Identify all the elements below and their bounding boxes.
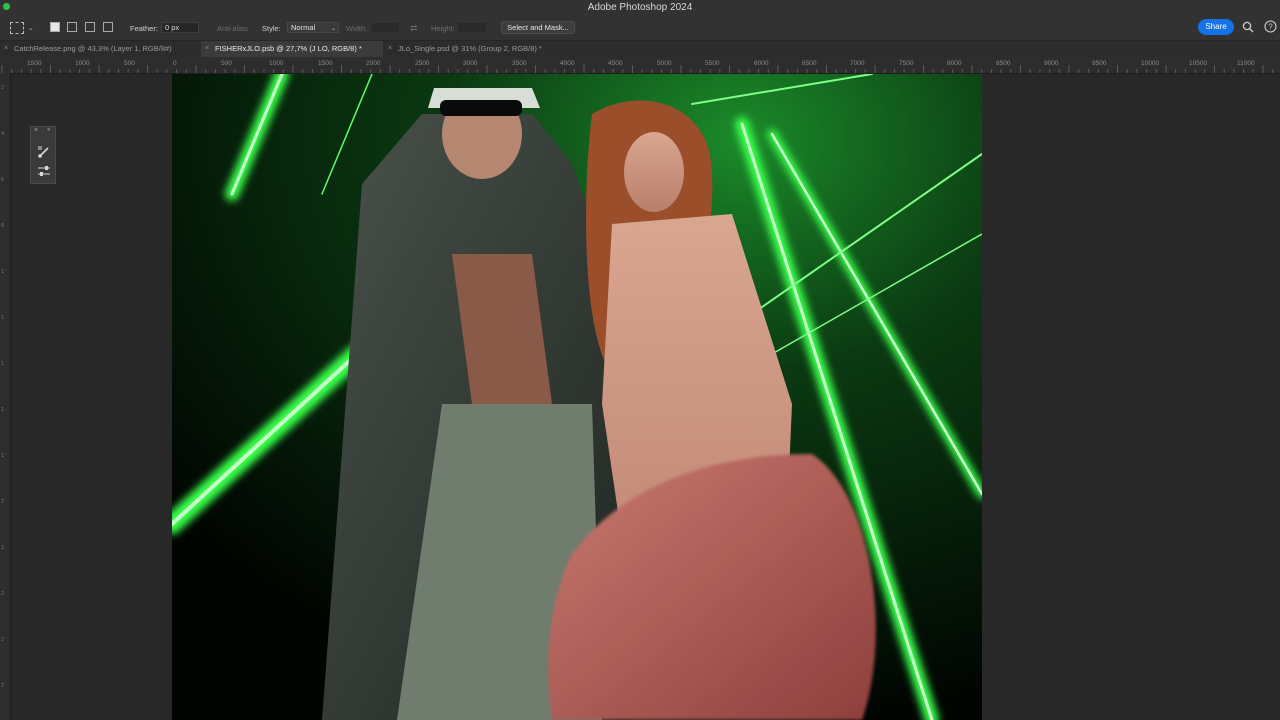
document-tabs: × CatchRelease.png @ 43,3% (Layer 1, RGB…	[0, 41, 1280, 57]
ruler-label: 2	[1, 683, 5, 689]
ruler-label: 1000	[75, 60, 90, 67]
woman-face	[624, 132, 684, 212]
height-label: Height:	[431, 23, 455, 33]
rect-marquee-icon[interactable]	[10, 22, 24, 34]
height-input[interactable]	[457, 22, 487, 33]
ruler-label: 0	[173, 60, 177, 67]
ruler-label: 7500	[899, 60, 914, 67]
ruler-label: 6000	[754, 60, 769, 67]
sunglasses	[440, 100, 522, 116]
style-label: Style:	[262, 23, 281, 33]
search-icon[interactable]	[1242, 21, 1254, 33]
ruler-label: 2	[1, 499, 5, 505]
vertical-ruler: 2 4 6 8 1 1 1 1 1 2 2 2 2 2	[0, 73, 11, 720]
ruler-label: 8	[1, 223, 5, 229]
feather-input[interactable]: 0 px	[161, 22, 199, 33]
ruler-label: 4000	[560, 60, 575, 67]
share-button[interactable]: Share	[1198, 19, 1234, 35]
collapse-icon[interactable]: »	[47, 127, 50, 133]
ruler-label: 1	[1, 407, 5, 413]
subtract-selection-button[interactable]	[85, 22, 95, 32]
ruler-label: 1	[1, 453, 5, 459]
ruler-label: 2000	[366, 60, 381, 67]
ruler-ticks	[1, 65, 1274, 73]
ruler-label: 2500	[415, 60, 430, 67]
close-icon[interactable]: ×	[34, 127, 38, 134]
ruler-label: 4	[1, 131, 5, 137]
tab-catchrelease[interactable]: × CatchRelease.png @ 43,3% (Layer 1, RGB…	[0, 41, 200, 57]
new-selection-button[interactable]	[50, 22, 60, 32]
ruler-label: 5000	[657, 60, 672, 67]
ruler-label: 500	[221, 60, 232, 67]
ruler-label: 2	[1, 591, 5, 597]
width-input[interactable]	[370, 22, 400, 33]
tab-label: JLo_Single.psd @ 31% (Group 2, RGB/8) *	[398, 44, 542, 53]
ruler-label: 1500	[318, 60, 333, 67]
ruler-label: 9000	[1044, 60, 1059, 67]
ruler-label: 1	[1, 315, 5, 321]
width-label: Width:	[346, 23, 368, 33]
close-icon[interactable]: ×	[205, 41, 209, 57]
ruler-label: 3000	[463, 60, 478, 67]
help-icon[interactable]: ?	[1264, 20, 1277, 33]
ruler-label: 500	[124, 60, 135, 67]
ruler-label: 1	[1, 361, 5, 367]
ruler-label: 2	[1, 637, 5, 643]
ruler-label: 6	[1, 177, 5, 183]
app-title: Adobe Photoshop 2024	[587, 2, 693, 13]
ruler-label: 8500	[996, 60, 1011, 67]
artwork	[172, 74, 982, 720]
svg-text:?: ?	[1268, 22, 1273, 31]
ruler-label: 4500	[608, 60, 623, 67]
ruler-label: 2	[1, 85, 5, 91]
ruler-label: 7000	[850, 60, 865, 67]
ruler-label: 10500	[1189, 60, 1208, 67]
ruler-label: 10000	[1141, 60, 1160, 67]
title-bar: Adobe Photoshop 2024	[0, 0, 1280, 16]
brush-icon[interactable]	[37, 145, 51, 159]
ruler-label: 11000	[1237, 60, 1255, 67]
add-selection-button[interactable]	[67, 22, 77, 32]
intersect-selection-button[interactable]	[103, 22, 113, 32]
sliders-icon[interactable]	[37, 165, 51, 177]
chevron-down-icon[interactable]: ⌄	[28, 16, 34, 40]
document-canvas[interactable]	[172, 74, 982, 720]
ruler-label: 1	[1, 269, 5, 275]
ruler-label: 9500	[1092, 60, 1107, 67]
tab-fisherxjlo[interactable]: × FISHERxJLO.psb @ 27,7% (J LO, RGB/8) *	[201, 41, 383, 57]
chevron-down-icon: ⌄	[331, 25, 337, 32]
ruler-label: 1000	[269, 60, 284, 67]
close-icon[interactable]: ×	[388, 41, 392, 57]
tab-label: CatchRelease.png @ 43,3% (Layer 1, RGB/8…	[14, 44, 172, 53]
ruler-label: 3500	[512, 60, 527, 67]
feather-label: Feather:	[130, 23, 158, 33]
antialias-checkbox-label[interactable]: Anti-alias	[217, 16, 248, 40]
tab-label: FISHERxJLO.psb @ 27,7% (J LO, RGB/8) *	[215, 44, 362, 53]
ruler-label: 2	[1, 545, 5, 551]
select-and-mask-button[interactable]: Select and Mask...	[501, 21, 575, 34]
horizontal-ruler: 1500 1000 500 0 500 1000 1500 2000 2500 …	[0, 57, 1280, 74]
floating-tool-panel: × »	[30, 126, 56, 184]
ruler-label: 1500	[27, 60, 42, 67]
ruler-label: 6500	[802, 60, 817, 67]
tab-jlo-single[interactable]: × JLo_Single.psd @ 31% (Group 2, RGB/8) …	[384, 41, 574, 57]
options-bar: ⌄ Feather: 0 px Anti-alias Style: Normal…	[0, 16, 1280, 41]
ruler-label: 5500	[705, 60, 720, 67]
close-icon[interactable]: ×	[4, 41, 8, 57]
swap-icon[interactable]: ⇄	[410, 16, 418, 40]
ruler-label: 8000	[947, 60, 962, 67]
